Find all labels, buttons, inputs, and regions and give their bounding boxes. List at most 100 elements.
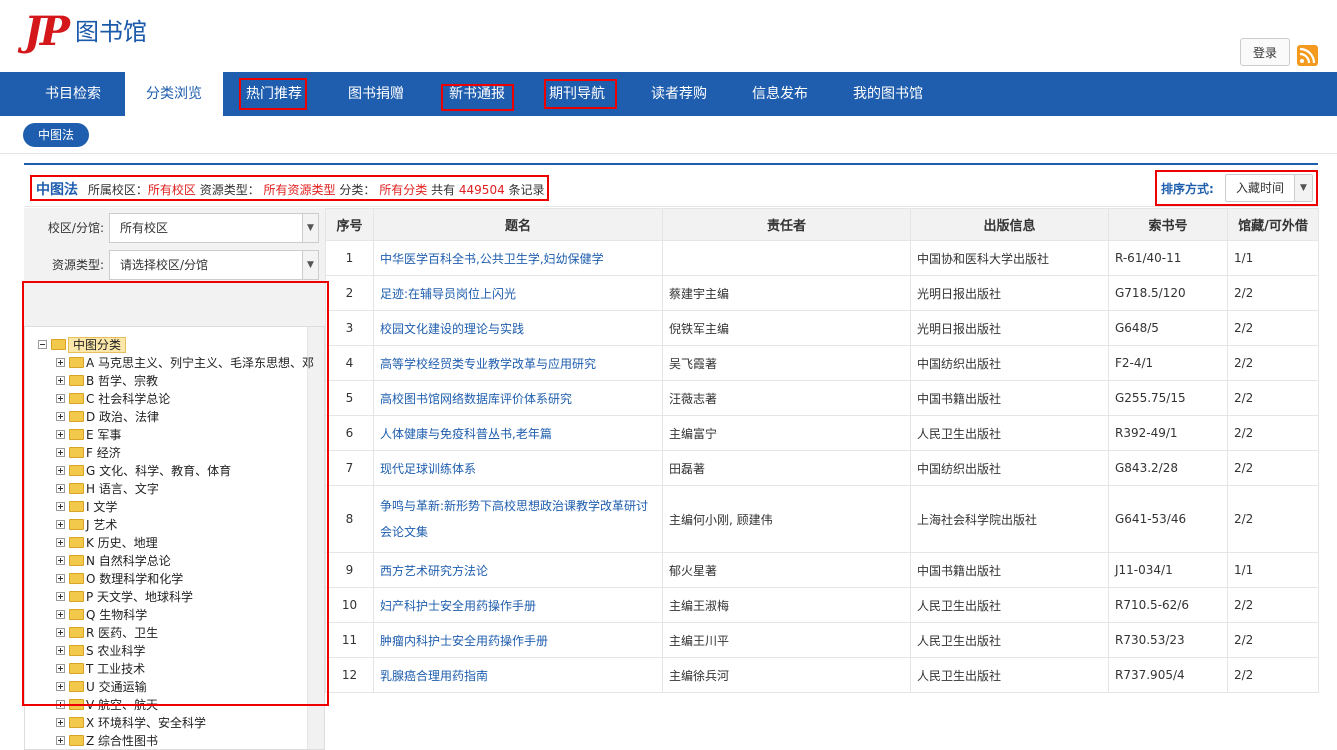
row-author: 吴飞霞著 <box>662 345 911 381</box>
book-title-link[interactable]: 足迹:在辅导员岗位上闪光 <box>380 287 516 301</box>
nav-item-book-donation[interactable]: 图书捐赠 <box>326 72 426 116</box>
row-call-number: G843.2/28 <box>1108 450 1228 486</box>
book-title-link[interactable]: 中华医学百科全书,公共卫生学,妇幼保健学 <box>380 252 604 266</box>
campus-filter-label: 校区/分馆: <box>47 221 104 235</box>
chevron-down-icon: ▼ <box>302 251 318 279</box>
table-row: 10 妇产科护士安全用药操作手册 主编王淑梅 人民卫生出版社 R710.5-62… <box>325 587 1319 623</box>
row-index: 12 <box>325 657 374 693</box>
row-call-number: G648/5 <box>1108 310 1228 346</box>
rss-icon[interactable] <box>1297 45 1318 66</box>
site-header: JP 图书馆 登录 <box>0 0 1337 72</box>
book-title-link[interactable]: 高等学校经贸类专业教学改革与应用研究 <box>380 357 596 371</box>
row-call-number: R710.5-62/6 <box>1108 587 1228 623</box>
row-index: 6 <box>325 415 374 451</box>
book-title-link[interactable]: 妇产科护士安全用药操作手册 <box>380 599 536 613</box>
row-holdings: 2/2 <box>1227 485 1319 553</box>
row-author: 蔡建宇主编 <box>662 275 911 311</box>
row-index: 10 <box>325 587 374 623</box>
book-title-link[interactable]: 乳腺癌合理用药指南 <box>380 669 488 683</box>
row-index: 11 <box>325 622 374 658</box>
main-nav: 书目检索 分类浏览 热门推荐 图书捐赠 新书通报 期刊导航 读者荐购 信息发布 … <box>0 72 1337 116</box>
nav-item-catalog-search[interactable]: 书目检索 <box>24 72 122 116</box>
book-title-link[interactable]: 肿瘤内科护士安全用药操作手册 <box>380 634 548 648</box>
site-logo[interactable]: JP 图书馆 <box>24 10 147 54</box>
folder-icon <box>69 717 84 728</box>
row-author: 主编徐兵河 <box>662 657 911 693</box>
row-index: 4 <box>325 345 374 381</box>
book-title-link[interactable]: 现代足球训练体系 <box>380 462 476 476</box>
row-title-cell: 中华医学百科全书,公共卫生学,妇幼保健学 <box>373 240 663 276</box>
row-publisher: 中国协和医科大学出版社 <box>910 240 1109 276</box>
row-author: 倪铁军主编 <box>662 310 911 346</box>
row-publisher: 中国书籍出版社 <box>910 380 1109 416</box>
nav-item-info-publish[interactable]: 信息发布 <box>731 72 829 116</box>
row-holdings: 1/1 <box>1227 240 1319 276</box>
row-title-cell: 西方艺术研究方法论 <box>373 552 663 588</box>
nav-item-reader-recommend[interactable]: 读者荐购 <box>630 72 728 116</box>
row-author: 田磊著 <box>662 450 911 486</box>
book-title-link[interactable]: 高校图书馆网络数据库评价体系研究 <box>380 392 572 406</box>
row-author: 主编王淑梅 <box>662 587 911 623</box>
book-title-link[interactable]: 西方艺术研究方法论 <box>380 564 488 578</box>
row-call-number: G255.75/15 <box>1108 380 1228 416</box>
table-row: 11 肿瘤内科护士安全用药操作手册 主编王川平 人民卫生出版社 R730.53/… <box>325 622 1319 658</box>
highlight-box-journal-nav <box>544 79 617 109</box>
table-row: 6 人体健康与免疫科普丛书,老年篇 主编富宁 人民卫生出版社 R392-49/1… <box>325 415 1319 451</box>
row-holdings: 2/2 <box>1227 587 1319 623</box>
highlight-box-tree <box>22 281 329 706</box>
tree-node[interactable]: Z 综合性图书 <box>56 732 159 749</box>
row-index: 2 <box>325 275 374 311</box>
campus-select[interactable]: 所有校区 ▼ <box>109 213 319 243</box>
book-title-link[interactable]: 争鸣与革新:新形势下高校思想政治课教学改革研讨会论文集 <box>380 499 648 539</box>
row-call-number: R392-49/1 <box>1108 415 1228 451</box>
row-publisher: 中国书籍出版社 <box>910 552 1109 588</box>
col-header-holdings: 馆藏/可外借 <box>1227 208 1319 241</box>
resource-select[interactable]: 请选择校区/分馆 ▼ <box>109 250 319 280</box>
resource-filter-label: 资源类型: <box>51 258 104 272</box>
expand-icon[interactable] <box>56 718 65 727</box>
logo-mark: JP <box>24 8 70 55</box>
table-row: 4 高等学校经贸类专业教学改革与应用研究 吴飞霞著 中国纺织出版社 F2-4/1… <box>325 345 1319 381</box>
results-table: 序号 题名 责任者 出版信息 索书号 馆藏/可外借 1 中华医学百科全书,公共卫… <box>325 208 1319 693</box>
row-index: 8 <box>325 485 374 553</box>
row-title-cell: 肿瘤内科护士安全用药操作手册 <box>373 622 663 658</box>
row-author: 主编何小刚, 顾建伟 <box>662 485 911 553</box>
row-publisher: 光明日报出版社 <box>910 310 1109 346</box>
row-publisher: 人民卫生出版社 <box>910 622 1109 658</box>
book-title-link[interactable]: 校园文化建设的理论与实践 <box>380 322 524 336</box>
row-publisher: 人民卫生出版社 <box>910 587 1109 623</box>
row-publisher: 上海社会科学院出版社 <box>910 485 1109 553</box>
breadcrumb-item-clc[interactable]: 中图法 <box>23 123 90 147</box>
row-holdings: 1/1 <box>1227 552 1319 588</box>
row-title-cell: 乳腺癌合理用药指南 <box>373 657 663 693</box>
folder-icon <box>69 735 84 746</box>
col-header-title: 题名 <box>373 208 663 241</box>
table-row: 5 高校图书馆网络数据库评价体系研究 汪薇志著 中国书籍出版社 G255.75/… <box>325 380 1319 416</box>
book-title-link[interactable]: 人体健康与免疫科普丛书,老年篇 <box>380 427 552 441</box>
row-author: 郁火星著 <box>662 552 911 588</box>
login-button[interactable]: 登录 <box>1240 38 1290 66</box>
tree-node[interactable]: X 环境科学、安全科学 <box>56 714 206 732</box>
row-author: 主编王川平 <box>662 622 911 658</box>
row-holdings: 2/2 <box>1227 622 1319 658</box>
row-title-cell: 高校图书馆网络数据库评价体系研究 <box>373 380 663 416</box>
tree-node-label: Z 综合性图书 <box>86 734 159 748</box>
row-holdings: 2/2 <box>1227 275 1319 311</box>
row-publisher: 光明日报出版社 <box>910 275 1109 311</box>
campus-select-value: 所有校区 <box>120 221 169 235</box>
campus-filter-row: 校区/分馆: 所有校区 ▼ <box>24 213 325 249</box>
row-author: 主编富宁 <box>662 415 911 451</box>
row-index: 3 <box>325 310 374 346</box>
table-row: 1 中华医学百科全书,公共卫生学,妇幼保健学 中国协和医科大学出版社 R-61/… <box>325 240 1319 276</box>
row-index: 7 <box>325 450 374 486</box>
row-holdings: 2/2 <box>1227 380 1319 416</box>
nav-item-my-library[interactable]: 我的图书馆 <box>838 72 938 116</box>
tree-node-label: X 环境科学、安全科学 <box>86 716 207 730</box>
row-holdings: 2/2 <box>1227 415 1319 451</box>
expand-icon[interactable] <box>56 736 65 745</box>
highlight-box-sort <box>1155 170 1318 206</box>
chevron-down-icon: ▼ <box>302 214 318 242</box>
table-row: 2 足迹:在辅导员岗位上闪光 蔡建宇主编 光明日报出版社 G718.5/120 … <box>325 275 1319 311</box>
row-title-cell: 校园文化建设的理论与实践 <box>373 310 663 346</box>
nav-item-category-browse[interactable]: 分类浏览 <box>125 72 223 116</box>
